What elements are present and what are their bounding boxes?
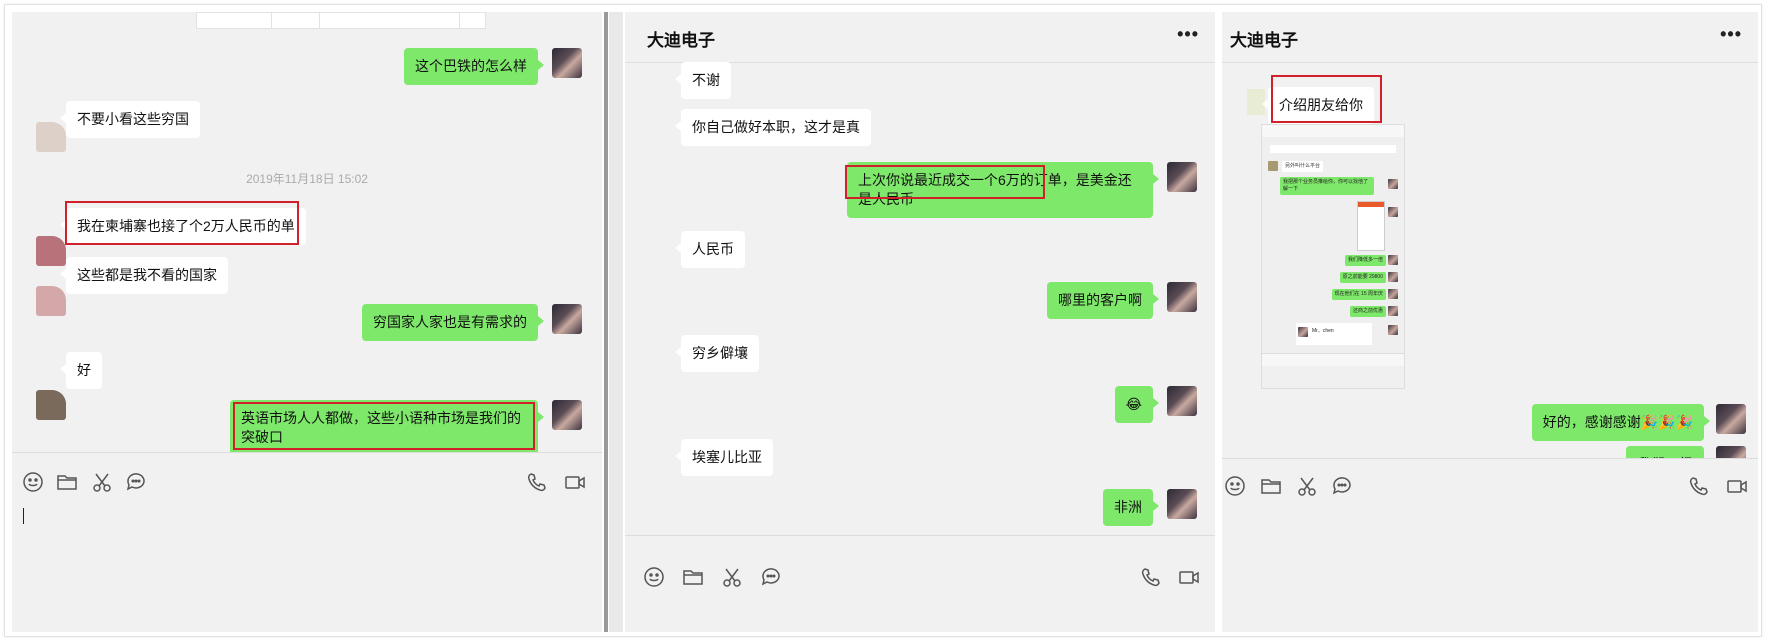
message-bubble-outgoing: 这个巴铁的怎么样 bbox=[404, 48, 544, 85]
cropped-fragment bbox=[459, 12, 486, 29]
embedded-contact-card: Mr、chen bbox=[1296, 323, 1372, 345]
video-call-icon[interactable] bbox=[564, 471, 586, 493]
embedded-message-outgoing: 原之前能要 29800 bbox=[1339, 272, 1386, 283]
emoji-icon[interactable] bbox=[1224, 475, 1246, 497]
message-bubble-incoming: 不谢 bbox=[675, 62, 731, 99]
avatar bbox=[1268, 161, 1278, 171]
chat-title: 大迪电子 bbox=[647, 31, 715, 50]
avatar bbox=[1388, 289, 1398, 299]
avatar[interactable] bbox=[552, 48, 582, 78]
more-options-icon[interactable]: ••• bbox=[1177, 24, 1199, 45]
phone-icon[interactable] bbox=[1140, 566, 1162, 588]
embedded-message-outgoing: 现在他们在 15 周年庆 bbox=[1331, 289, 1386, 300]
embedded-nav-bar bbox=[1262, 368, 1404, 388]
video-call-icon[interactable] bbox=[1178, 566, 1200, 588]
phone-status-bar bbox=[1262, 125, 1404, 137]
avatar[interactable] bbox=[1167, 282, 1197, 312]
cropped-fragment bbox=[271, 12, 321, 29]
folder-icon[interactable] bbox=[1260, 475, 1282, 497]
video-call-icon[interactable] bbox=[1726, 475, 1748, 497]
avatar[interactable] bbox=[36, 236, 66, 266]
chat-bubble-icon[interactable] bbox=[760, 566, 782, 588]
message-bubble-incoming: 你自己做好本职，这才是真 bbox=[675, 109, 871, 146]
chat-panel-left: 这个巴铁的怎么样 不要小看这些穷国 2019年11月18日 15:02 我在柬埔… bbox=[12, 12, 602, 632]
embedded-input-bar bbox=[1262, 353, 1404, 366]
avatar bbox=[1388, 255, 1398, 265]
pane-divider[interactable] bbox=[604, 12, 608, 632]
cropped-fragment bbox=[196, 12, 273, 29]
avatar bbox=[1388, 179, 1398, 189]
folder-icon[interactable] bbox=[56, 471, 78, 493]
embedded-image-thumbnail bbox=[1357, 201, 1385, 251]
phone-icon[interactable] bbox=[526, 471, 548, 493]
emoji-icon[interactable] bbox=[22, 471, 44, 493]
pane-gap bbox=[609, 12, 623, 632]
highlight-box bbox=[233, 402, 535, 450]
chat-bubble-icon[interactable] bbox=[125, 471, 147, 493]
emoji-icon[interactable] bbox=[643, 566, 665, 588]
highlight-box bbox=[1271, 75, 1382, 123]
message-bubble-outgoing: 😂 bbox=[1114, 386, 1160, 423]
avatar bbox=[1388, 207, 1398, 217]
message-composer[interactable] bbox=[12, 452, 602, 632]
chat-timestamp: 2019年11月18日 15:02 bbox=[246, 172, 368, 186]
scissors-icon[interactable] bbox=[1296, 475, 1318, 497]
more-options-icon[interactable]: ••• bbox=[1720, 24, 1742, 45]
message-bubble-outgoing: 穷国家人家也是有需求的 bbox=[362, 304, 544, 341]
avatar[interactable] bbox=[36, 122, 66, 152]
message-bubble-incoming: 好 bbox=[60, 352, 102, 389]
message-bubble-incoming: 这些都是我不看的国家 bbox=[60, 257, 228, 294]
avatar[interactable] bbox=[1167, 162, 1197, 192]
embedded-message-outgoing: 还商之前优惠 bbox=[1349, 306, 1386, 317]
avatar[interactable] bbox=[36, 390, 66, 420]
avatar bbox=[1388, 272, 1398, 282]
chat-header: 大迪电子 ••• bbox=[1222, 12, 1758, 63]
scissors-icon[interactable] bbox=[721, 566, 743, 588]
message-bubble-incoming: 人民币 bbox=[675, 231, 745, 268]
chat-title: 大迪电子 bbox=[1230, 31, 1298, 50]
embedded-message-outgoing: 我把那个业务员推给你，你可以找他了解一下 bbox=[1280, 177, 1374, 195]
chat-panel-right: 大迪电子 ••• 介绍朋友给你 另外叫什么平台 我把那个业务员推给你，你可以找他… bbox=[1222, 12, 1758, 632]
message-bubble-incoming: 埃塞儿比亚 bbox=[675, 439, 773, 476]
embedded-message-outgoing: 我们降低多一倍 bbox=[1344, 255, 1386, 266]
folder-icon[interactable] bbox=[682, 566, 704, 588]
message-bubble-outgoing: 好的，感谢感谢🎉🎉🎉 bbox=[1531, 404, 1711, 441]
message-bubble-incoming: 穷乡僻壤 bbox=[675, 335, 759, 372]
avatar[interactable] bbox=[1716, 404, 1746, 434]
message-bubble-incoming: 不要小看这些穷国 bbox=[60, 101, 200, 138]
chat-bubble-icon[interactable] bbox=[1331, 475, 1353, 497]
message-composer[interactable] bbox=[625, 535, 1215, 632]
avatar[interactable] bbox=[552, 400, 582, 430]
phone-icon[interactable] bbox=[1688, 475, 1710, 497]
avatar[interactable] bbox=[36, 286, 66, 316]
avatar[interactable] bbox=[1167, 386, 1197, 416]
message-bubble-outgoing: 非洲 bbox=[1103, 489, 1159, 526]
scissors-icon[interactable] bbox=[91, 471, 113, 493]
message-bubble-outgoing: 哪里的客户啊 bbox=[1047, 282, 1159, 319]
image-message[interactable]: 另外叫什么平台 我把那个业务员推给你，你可以找他了解一下 我们降低多一倍 原之前… bbox=[1261, 124, 1405, 389]
message-composer[interactable] bbox=[1222, 458, 1758, 632]
chat-panel-middle: 大迪电子 ••• 不谢 你自己做好本职，这才是真 上次你说最近成交一个6万的订单… bbox=[625, 12, 1215, 632]
cropped-fragment bbox=[319, 12, 461, 29]
highlight-box bbox=[65, 201, 299, 245]
avatar[interactable] bbox=[552, 304, 582, 334]
chat-header: 大迪电子 ••• bbox=[625, 12, 1215, 63]
phone-header bbox=[1270, 145, 1396, 153]
avatar[interactable] bbox=[1167, 489, 1197, 519]
avatar bbox=[1388, 306, 1398, 316]
text-cursor bbox=[23, 508, 24, 524]
avatar bbox=[1388, 325, 1398, 335]
embedded-message-incoming: 另外叫什么平台 bbox=[1282, 161, 1324, 172]
highlight-box bbox=[845, 165, 1045, 199]
